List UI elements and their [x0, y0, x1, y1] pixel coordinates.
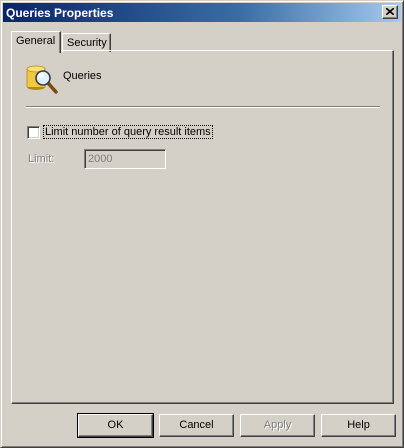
close-button[interactable] — [382, 5, 398, 19]
general-tab-panel: Queries Limit number of query result ite… — [11, 50, 394, 404]
limit-results-checkbox[interactable] — [27, 126, 40, 139]
help-button-label: Help — [347, 419, 370, 431]
limit-input[interactable]: 2000 — [84, 149, 166, 169]
cancel-button-label: Cancel — [179, 419, 214, 431]
tab-general[interactable]: General — [11, 31, 61, 53]
help-button[interactable]: Help — [321, 414, 396, 437]
cancel-button[interactable]: Cancel — [159, 414, 234, 437]
ok-button[interactable]: OK — [77, 413, 154, 438]
close-icon — [386, 8, 394, 15]
object-name: Queries — [63, 70, 102, 82]
tab-general-label: General — [16, 35, 56, 47]
properties-dialog: Queries Properties General Security Quer… — [0, 0, 404, 448]
limit-results-checkbox-label[interactable]: Limit number of query result items — [43, 125, 213, 139]
title-bar[interactable]: Queries Properties — [3, 3, 401, 22]
apply-button[interactable]: Apply — [240, 414, 315, 437]
limit-label: Limit: — [28, 153, 55, 165]
saved-queries-icon — [26, 65, 58, 94]
window-title: Queries Properties — [6, 6, 114, 20]
apply-button-label: Apply — [263, 419, 292, 431]
ok-button-label: OK — [107, 419, 124, 431]
separator-line — [26, 106, 380, 108]
tab-security-label: Security — [67, 37, 107, 49]
